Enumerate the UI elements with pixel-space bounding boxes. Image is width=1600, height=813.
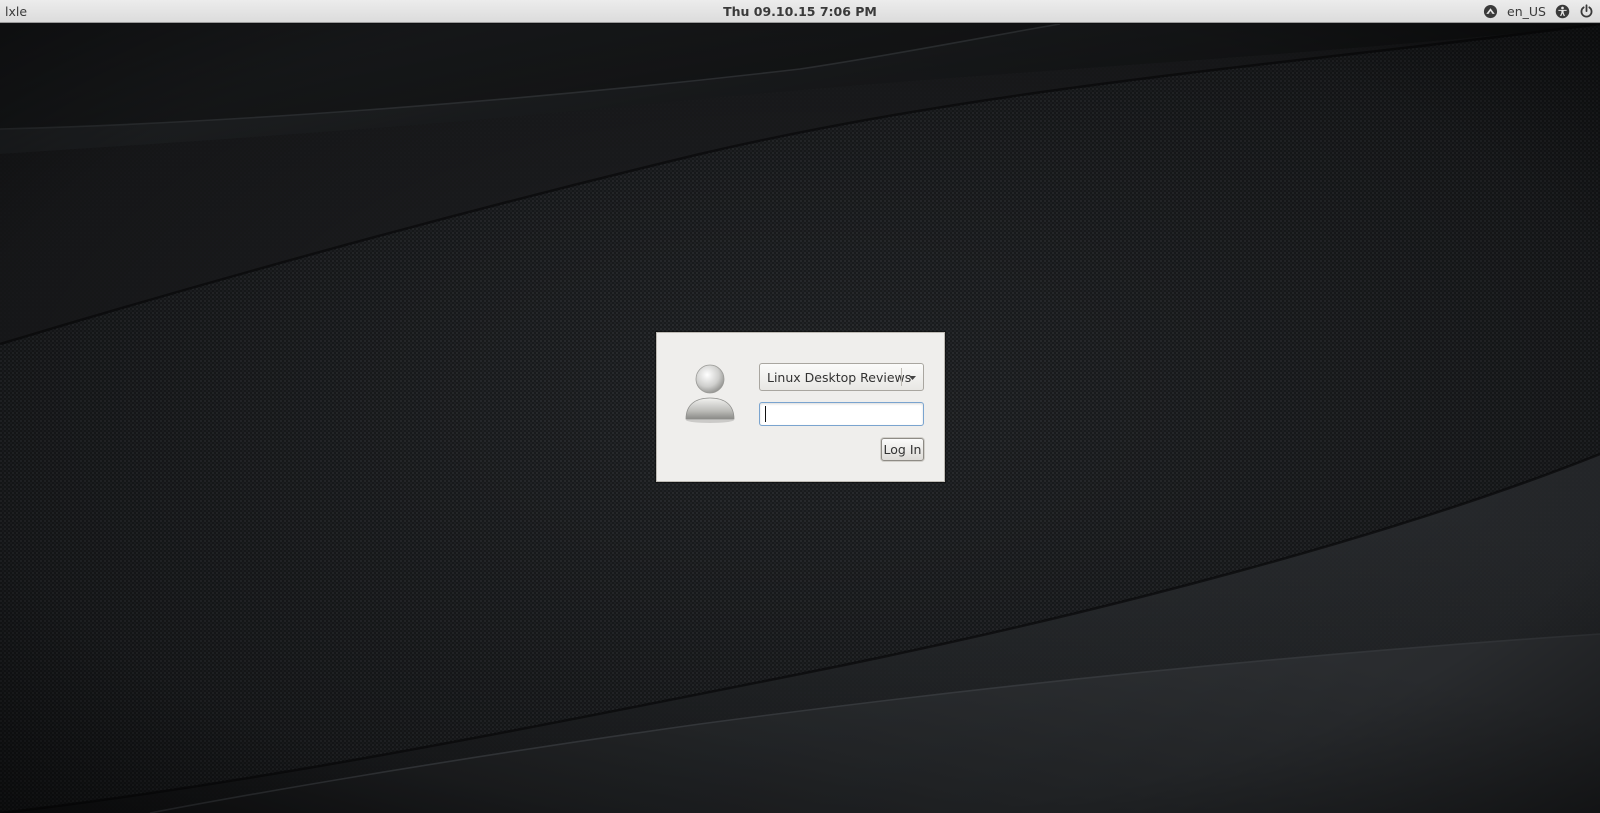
selector-separator xyxy=(901,368,902,386)
indicator-area: en_US xyxy=(1483,3,1594,20)
top-panel: lxle Thu 09.10.15 7:06 PM en_US xyxy=(0,0,1600,23)
clock-label[interactable]: Thu 09.10.15 7:06 PM xyxy=(723,4,877,19)
password-field[interactable] xyxy=(759,402,924,426)
login-button[interactable]: Log In xyxy=(881,438,924,461)
chevron-down-icon xyxy=(909,376,916,380)
power-icon[interactable] xyxy=(1579,4,1594,19)
user-selector[interactable]: Linux Desktop Reviews xyxy=(759,363,924,391)
text-cursor xyxy=(765,406,766,422)
user-avatar-icon xyxy=(685,364,735,423)
selected-user-label: Linux Desktop Reviews xyxy=(767,370,912,385)
clock: Thu 09.10.15 7:06 PM xyxy=(0,4,1600,19)
login-dialog: Linux Desktop Reviews Log In xyxy=(656,332,945,482)
hostname-label: lxle xyxy=(5,4,28,19)
network-icon[interactable] xyxy=(1483,4,1498,19)
accessibility-icon[interactable] xyxy=(1555,4,1570,19)
language-indicator[interactable]: en_US xyxy=(1507,4,1546,19)
